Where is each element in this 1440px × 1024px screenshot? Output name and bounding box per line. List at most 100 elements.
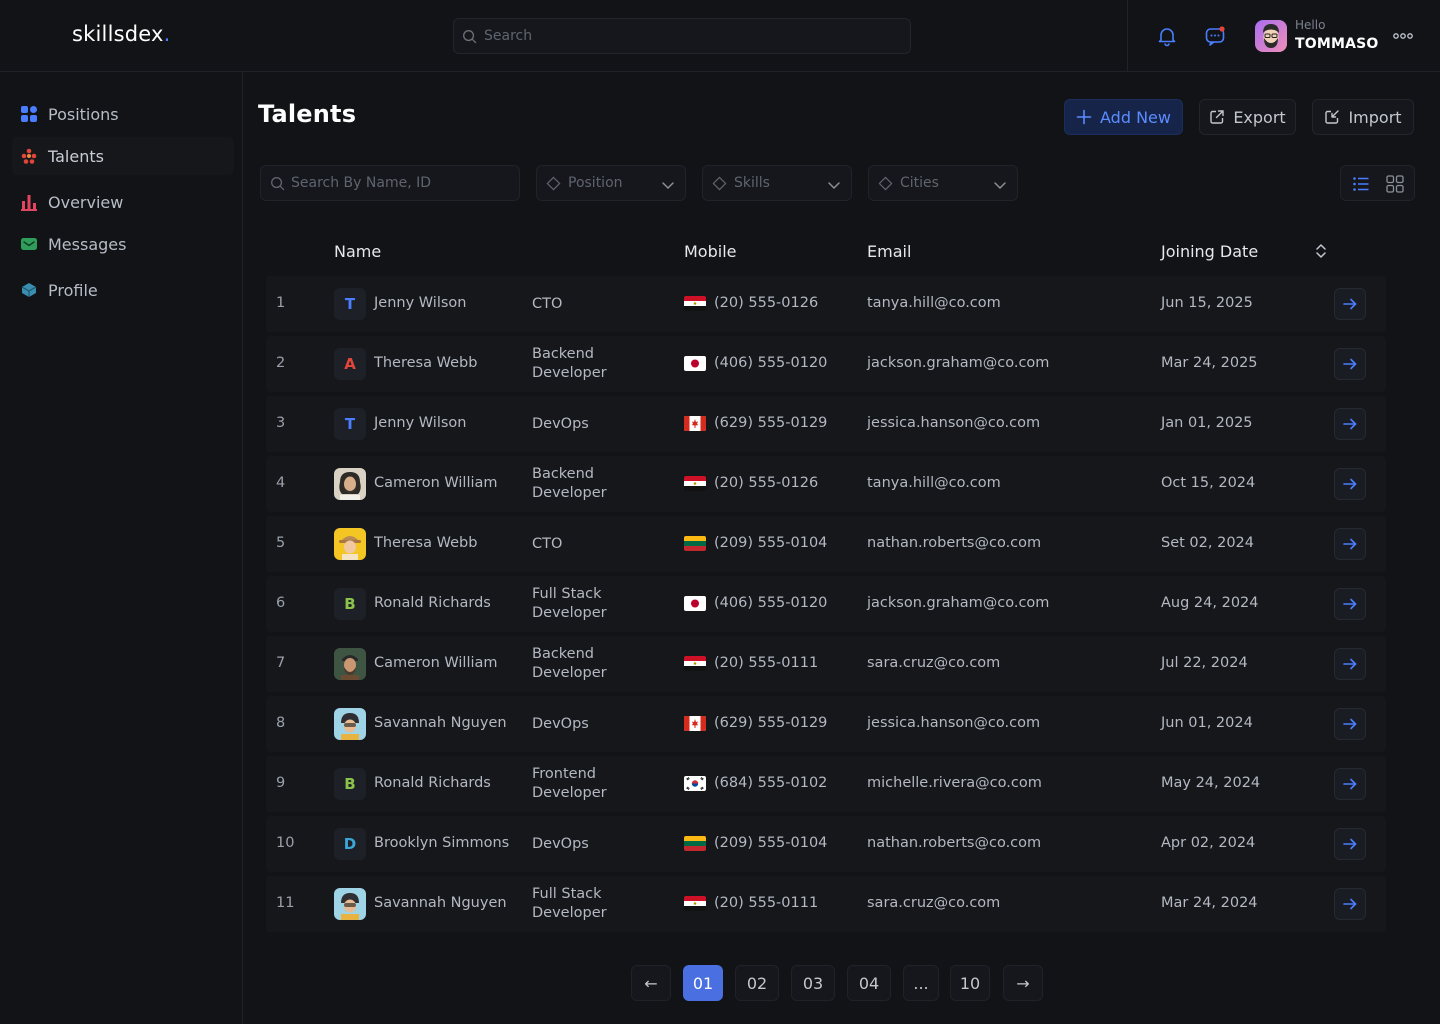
page-button[interactable]: 02 (735, 965, 779, 1001)
add-new-button[interactable]: Add New (1064, 99, 1183, 135)
talent-name[interactable]: Jenny Wilson (374, 295, 466, 311)
talent-email[interactable]: nathan.roberts@co.com (867, 835, 1041, 851)
chat-icon[interactable] (1203, 24, 1227, 48)
open-talent-button[interactable] (1334, 828, 1366, 860)
talent-search-input[interactable] (291, 166, 491, 200)
search-icon (270, 176, 285, 195)
talent-name[interactable]: Cameron William (374, 475, 498, 491)
column-header-email[interactable]: Email (867, 242, 911, 261)
open-talent-button[interactable] (1334, 888, 1366, 920)
talent-name[interactable]: Jenny Wilson (374, 415, 466, 431)
table-row[interactable]: 2 A Theresa Webb Backend Developer (406) 555… (266, 336, 1386, 392)
talent-email[interactable]: michelle.rivera@co.com (867, 775, 1042, 791)
import-button[interactable]: Import (1312, 99, 1414, 135)
talent-email[interactable]: sara.cruz@co.com (867, 895, 1000, 911)
joining-date: May 24, 2024 (1161, 775, 1261, 791)
export-button[interactable]: Export (1199, 99, 1296, 135)
profile-icon (20, 281, 38, 299)
page-button[interactable]: ... (903, 965, 939, 1001)
cities-filter[interactable]: Cities (868, 165, 1018, 201)
korea-flag-icon (684, 776, 706, 791)
table-row[interactable]: 3 T Jenny Wilson DevOps (629) 555-0129 jessic… (266, 396, 1386, 452)
table-row[interactable]: 6 B Ronald Richards Full Stack Developer (40… (266, 576, 1386, 632)
talent-position: DevOps (532, 836, 589, 852)
open-talent-button[interactable] (1334, 408, 1366, 440)
brand-dot: . (163, 22, 171, 46)
grid-view-icon[interactable] (1386, 175, 1404, 197)
talent-name[interactable]: Theresa Webb (374, 535, 477, 551)
talent-name[interactable]: Cameron William (374, 655, 498, 671)
open-talent-button[interactable] (1334, 708, 1366, 740)
next-page-button[interactable]: → (1003, 965, 1043, 1001)
page-button[interactable]: 04 (847, 965, 891, 1001)
avatar: T (334, 288, 366, 320)
user-avatar[interactable] (1255, 20, 1287, 52)
table-row[interactable]: 7 Cameron William Backend Developer (20) 55… (266, 636, 1386, 692)
more-icon[interactable] (1393, 30, 1413, 46)
talent-name[interactable]: Theresa Webb (374, 355, 477, 371)
sidebar-item-positions[interactable]: Positions (12, 95, 234, 133)
open-talent-button[interactable] (1334, 588, 1366, 620)
sort-icon[interactable] (1314, 242, 1328, 264)
table-row[interactable]: 11 Savannah Nguyen Full Stack Developer (20… (266, 876, 1386, 932)
talent-email[interactable]: jackson.graham@co.com (867, 595, 1049, 611)
avatar (334, 468, 366, 500)
table-row[interactable]: 5 Theresa Webb CTO (209) 555-0104 nathan.rob… (266, 516, 1386, 572)
page-button[interactable]: 01 (683, 965, 723, 1001)
joining-date: Jul 22, 2024 (1161, 655, 1248, 671)
bell-icon[interactable] (1155, 24, 1179, 48)
position-filter[interactable]: Position (536, 165, 686, 201)
table-row[interactable]: 8 Savannah Nguyen DevOps (629) 555-0129 jess… (266, 696, 1386, 752)
bar-chart-icon (20, 193, 38, 211)
open-talent-button[interactable] (1334, 528, 1366, 560)
talent-email[interactable]: nathan.roberts@co.com (867, 535, 1041, 551)
column-header-name[interactable]: Name (334, 242, 381, 261)
talent-email[interactable]: tanya.hill@co.com (867, 475, 1001, 491)
global-search[interactable] (453, 18, 911, 54)
talent-email[interactable]: tanya.hill@co.com (867, 295, 1001, 311)
table-row[interactable]: 4 Cameron William Backend Developer (20) 55… (266, 456, 1386, 512)
talent-name[interactable]: Savannah Nguyen (374, 895, 507, 911)
talent-position: CTO (532, 536, 563, 552)
sidebar-item-overview[interactable]: Overview (12, 183, 234, 221)
sidebar-item-profile[interactable]: Profile (12, 271, 234, 309)
sidebar-item-label: Positions (48, 104, 119, 124)
global-search-input[interactable] (484, 19, 884, 53)
table-row[interactable]: 10 D Brooklyn Simmons DevOps (209) 555-0104 n… (266, 816, 1386, 872)
page-button[interactable]: 03 (791, 965, 835, 1001)
joining-date: Jun 01, 2024 (1161, 715, 1253, 731)
talent-search[interactable] (260, 165, 520, 201)
open-talent-button[interactable] (1334, 768, 1366, 800)
talent-email[interactable]: jessica.hanson@co.com (867, 415, 1040, 431)
joining-date: Jan 01, 2025 (1161, 415, 1253, 431)
japan-flag-icon (684, 596, 706, 611)
prev-page-button[interactable]: ← (631, 965, 671, 1001)
talent-email[interactable]: sara.cruz@co.com (867, 655, 1000, 671)
open-talent-button[interactable] (1334, 468, 1366, 500)
table-row[interactable]: 1 T Jenny Wilson CTO (20) 555-0126 tanya.hill… (266, 276, 1386, 332)
talent-email[interactable]: jessica.hanson@co.com (867, 715, 1040, 731)
people-icon (20, 147, 38, 165)
talent-phone: (406) 555-0120 (714, 595, 828, 611)
talent-name[interactable]: Ronald Richards (374, 595, 491, 611)
open-talent-button[interactable] (1334, 648, 1366, 680)
talent-email[interactable]: jackson.graham@co.com (867, 355, 1049, 371)
skills-filter[interactable]: Skills (702, 165, 852, 201)
import-label: Import (1348, 107, 1402, 127)
sidebar-item-talents[interactable]: Talents (12, 137, 234, 175)
open-talent-button[interactable] (1334, 288, 1366, 320)
brand-logo[interactable]: skillsdex. (72, 22, 171, 46)
talent-name[interactable]: Brooklyn Simmons (374, 835, 509, 851)
joining-date: Mar 24, 2025 (1161, 355, 1258, 371)
joining-date: Apr 02, 2024 (1161, 835, 1256, 851)
chevron-down-icon (827, 178, 841, 194)
talent-name[interactable]: Ronald Richards (374, 775, 491, 791)
column-header-joining-date[interactable]: Joining Date (1161, 242, 1258, 261)
list-view-icon[interactable] (1352, 175, 1370, 197)
column-header-mobile[interactable]: Mobile (684, 242, 736, 261)
talent-name[interactable]: Savannah Nguyen (374, 715, 507, 731)
sidebar-item-messages[interactable]: Messages (12, 225, 234, 263)
open-talent-button[interactable] (1334, 348, 1366, 380)
page-button[interactable]: 10 (950, 965, 990, 1001)
table-row[interactable]: 9 B Ronald Richards Frontend Developer (684)… (266, 756, 1386, 812)
